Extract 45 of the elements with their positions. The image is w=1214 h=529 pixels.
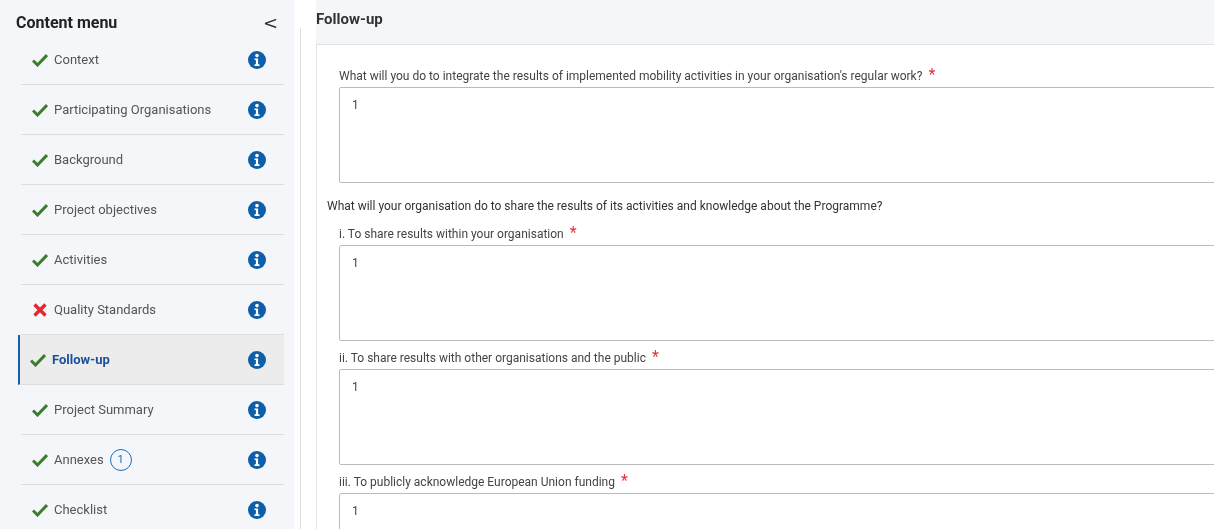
- required-mark: *: [569, 227, 577, 239]
- info-icon: [248, 350, 266, 369]
- info-icon: [248, 200, 266, 219]
- answer-field[interactable]: 1: [339, 493, 1214, 529]
- collapse-button[interactable]: <: [262, 12, 278, 33]
- section-question: What will your organisation do to share the results of its activities and knowledge about the Programme?: [327, 199, 884, 213]
- menu-item[interactable]: Background: [20, 135, 284, 185]
- question-label: iii. To publicly acknowledge European Union funding: [339, 475, 615, 489]
- menu-item[interactable]: Context: [20, 35, 284, 85]
- menu-item-label: Context: [54, 52, 99, 67]
- info-icon: [248, 300, 266, 319]
- answer-field[interactable]: 1: [339, 245, 1214, 341]
- menu-item[interactable]: Checklist: [20, 485, 284, 529]
- menu-item-label: Background: [54, 152, 124, 167]
- question-label: ii. To share results with other organisations and the public: [339, 351, 646, 365]
- answer-field[interactable]: 1: [339, 87, 1214, 183]
- menu-item-label: Checklist: [54, 502, 108, 517]
- info-icon: [248, 250, 266, 269]
- required-mark: *: [928, 69, 936, 81]
- info-icon: [248, 450, 266, 469]
- menu-item[interactable]: Project Summary: [20, 385, 284, 435]
- menu-item-label: Activities: [54, 252, 108, 267]
- info-icon: [248, 500, 266, 519]
- sidebar-title: Content menu: [16, 13, 118, 32]
- info-icon: [248, 150, 266, 169]
- info-icon: [248, 100, 266, 119]
- menu-item-label: Project Summary: [54, 402, 154, 417]
- page-title: Follow-up: [316, 10, 384, 28]
- required-mark: *: [620, 475, 628, 487]
- required-mark: *: [651, 351, 659, 363]
- question-label: What will you do to integrate the results of implemented mobility activities in your organisation's regular work?: [339, 69, 923, 83]
- menu-item-label: Annexes: [54, 452, 104, 467]
- menu-item-label: Follow-up: [52, 352, 110, 367]
- menu-item-label: Participating Organisations: [54, 102, 212, 117]
- menu-item[interactable]: Annexes 1: [20, 435, 284, 485]
- menu-item[interactable]: Activities: [20, 235, 284, 285]
- answer-field[interactable]: 1: [339, 369, 1214, 465]
- menu-item[interactable]: Participating Organisations: [20, 85, 284, 135]
- info-icon: [248, 50, 266, 69]
- menu-item[interactable]: Project objectives: [20, 185, 284, 235]
- menu-item-label: Quality Standards: [54, 302, 157, 317]
- question-label: i. To share results within your organisation: [339, 227, 564, 241]
- menu-item-label: Project objectives: [54, 202, 157, 217]
- menu-item[interactable]: Follow-up: [18, 335, 284, 385]
- info-icon: [248, 400, 266, 419]
